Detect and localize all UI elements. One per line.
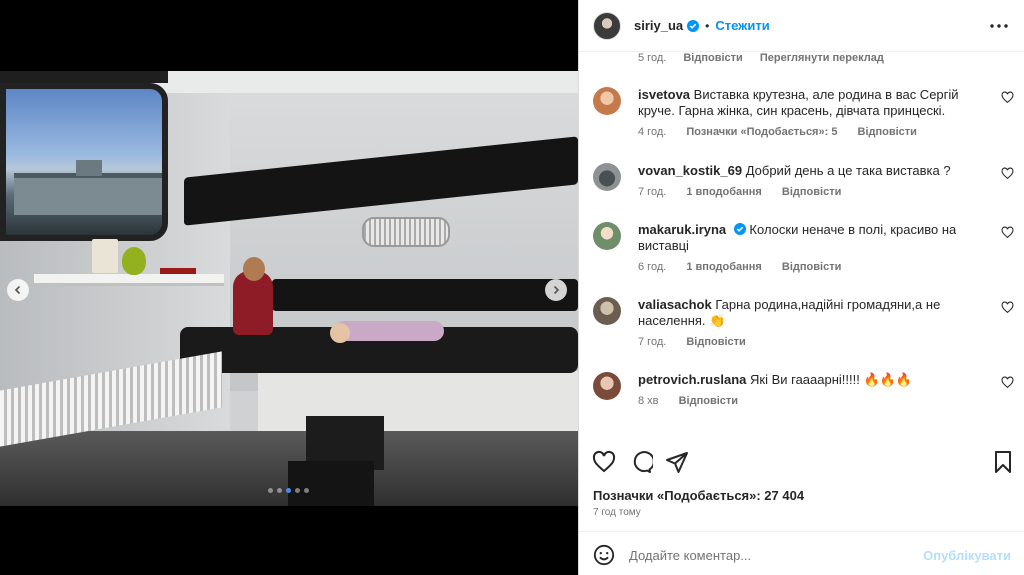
like-comment-heart-icon[interactable] [1001,226,1014,239]
see-translation-link[interactable]: Переглянути переклад [760,52,884,64]
window-blind [0,71,168,83]
carousel-next-button[interactable] [545,279,567,301]
comment-avatar[interactable] [593,87,621,115]
carousel-dot[interactable] [277,488,282,493]
like-comment-heart-icon[interactable] [1001,301,1014,314]
comment-time: 6 год. [638,261,667,273]
child-head [330,323,350,343]
comment-time: 4 год. [638,126,667,138]
comment-meta: 7 год. Відповісти [638,334,974,350]
comment-meta: 4 год. Позначки «Подобається»: 5 Відпові… [638,124,974,140]
comment-reply-link[interactable]: Відповісти [679,395,738,407]
comment-reply-link[interactable]: Відповісти [858,126,917,138]
post-photo [0,71,578,506]
header-separator: • [705,18,710,33]
pear [122,247,146,275]
comment-reply-link[interactable]: Відповісти [782,186,841,198]
caption-reply-link[interactable]: Відповісти [683,52,742,64]
comment-reply-link[interactable]: Відповісти [782,261,841,273]
comment-time: 7 год. [638,186,667,198]
window-table [34,274,224,283]
carousel-prev-button[interactable] [7,279,29,301]
middle-berth [272,279,578,311]
like-comment-heart-icon[interactable] [1001,376,1014,389]
caption-meta: 5 год. Відповісти Переглянути переклад [638,52,898,64]
comment-username[interactable]: petrovich.ruslana [638,372,746,387]
comment-time: 7 год. [638,336,667,348]
verified-badge-icon [687,19,700,32]
vent-grille [362,217,450,247]
comment-bubble-icon[interactable] [629,450,653,474]
comment-body: valiasachok Гарна родина,надійні громадя… [638,297,974,350]
like-comment-heart-icon[interactable] [1001,167,1014,180]
comment-avatar[interactable] [593,372,621,400]
girl-head [243,257,265,281]
comment-meta: 8 хв Відповісти [638,393,974,409]
post-header: siriy_ua • Стежити [579,0,1024,52]
book [160,268,196,274]
comment-meta: 6 год. 1 вподобання Відповісти [638,259,974,275]
carousel-dot[interactable] [304,488,309,493]
post-likes-count[interactable]: Позначки «Подобається»: 27 404 [593,488,804,503]
comment-likes-link[interactable]: Позначки «Подобається»: 5 [686,126,837,138]
comment-avatar[interactable] [593,163,621,191]
carousel-dots [268,488,309,493]
child-figure [334,321,444,341]
step-box-lower [288,461,374,506]
comment-body: petrovich.ruslana Які Ви гаааарні!!!!! 🔥… [638,372,974,409]
verified-badge-icon [733,223,746,235]
comment-likes-link[interactable]: 1 вподобання [686,261,761,273]
comment-likes-link[interactable]: 1 вподобання [686,186,761,198]
carousel-dot[interactable] [286,488,291,493]
comment-input[interactable] [629,544,919,566]
comment-time: 8 хв [638,395,659,407]
comment-username[interactable]: vovan_kostik_69 [638,163,742,178]
comment-composer: Опублікувати [579,531,1024,575]
share-send-icon[interactable] [665,450,689,474]
tea-glass [92,239,118,273]
avatar[interactable] [593,11,621,40]
comment-username[interactable]: valiasachok [638,297,712,312]
chevron-right-icon [553,285,560,295]
comments-list[interactable]: 5 год. Відповісти Переглянути переклад i… [579,52,1024,440]
comment-avatar[interactable] [593,297,621,325]
carousel-dot[interactable] [268,488,273,493]
carousel-dot[interactable] [295,488,300,493]
comment-username[interactable]: makaruk.iryna [638,222,726,237]
more-options-icon[interactable] [987,14,1011,38]
like-comment-heart-icon[interactable] [1001,91,1014,104]
follow-button[interactable]: Стежити [715,18,769,33]
publish-button[interactable]: Опублікувати [923,548,1011,563]
post-actions-bar [579,448,1024,478]
comment-username[interactable]: isvetova [638,87,690,102]
train-window [0,83,168,241]
post-side-panel: siriy_ua • Стежити 5 год. Відповісти Пер… [578,0,1024,575]
post-media [0,0,578,575]
post-date: 7 год тому [593,507,641,518]
caption-time: 5 год. [638,52,667,64]
comment-body: makaruk.iryna Колоски неначе в полі, кра… [638,222,974,275]
comment-text: Які Ви гаааарні!!!!! 🔥🔥🔥 [750,372,913,387]
comment-meta: 7 год. 1 вподобання Відповісти [638,184,974,200]
comment-avatar[interactable] [593,222,621,250]
chevron-left-icon [14,285,21,295]
post-username[interactable]: siriy_ua [634,18,683,33]
comment-text: Добрий день а це така виставка ? [745,163,951,178]
emoji-icon[interactable] [593,544,615,566]
like-heart-icon[interactable] [592,450,616,474]
save-bookmark-icon[interactable] [991,450,1015,474]
comment-reply-link[interactable]: Відповісти [686,336,745,348]
comment-body: vovan_kostik_69 Добрий день а це така ви… [638,163,974,200]
comment-body: isvetova Виставка крутезна, але родина в… [638,87,974,140]
